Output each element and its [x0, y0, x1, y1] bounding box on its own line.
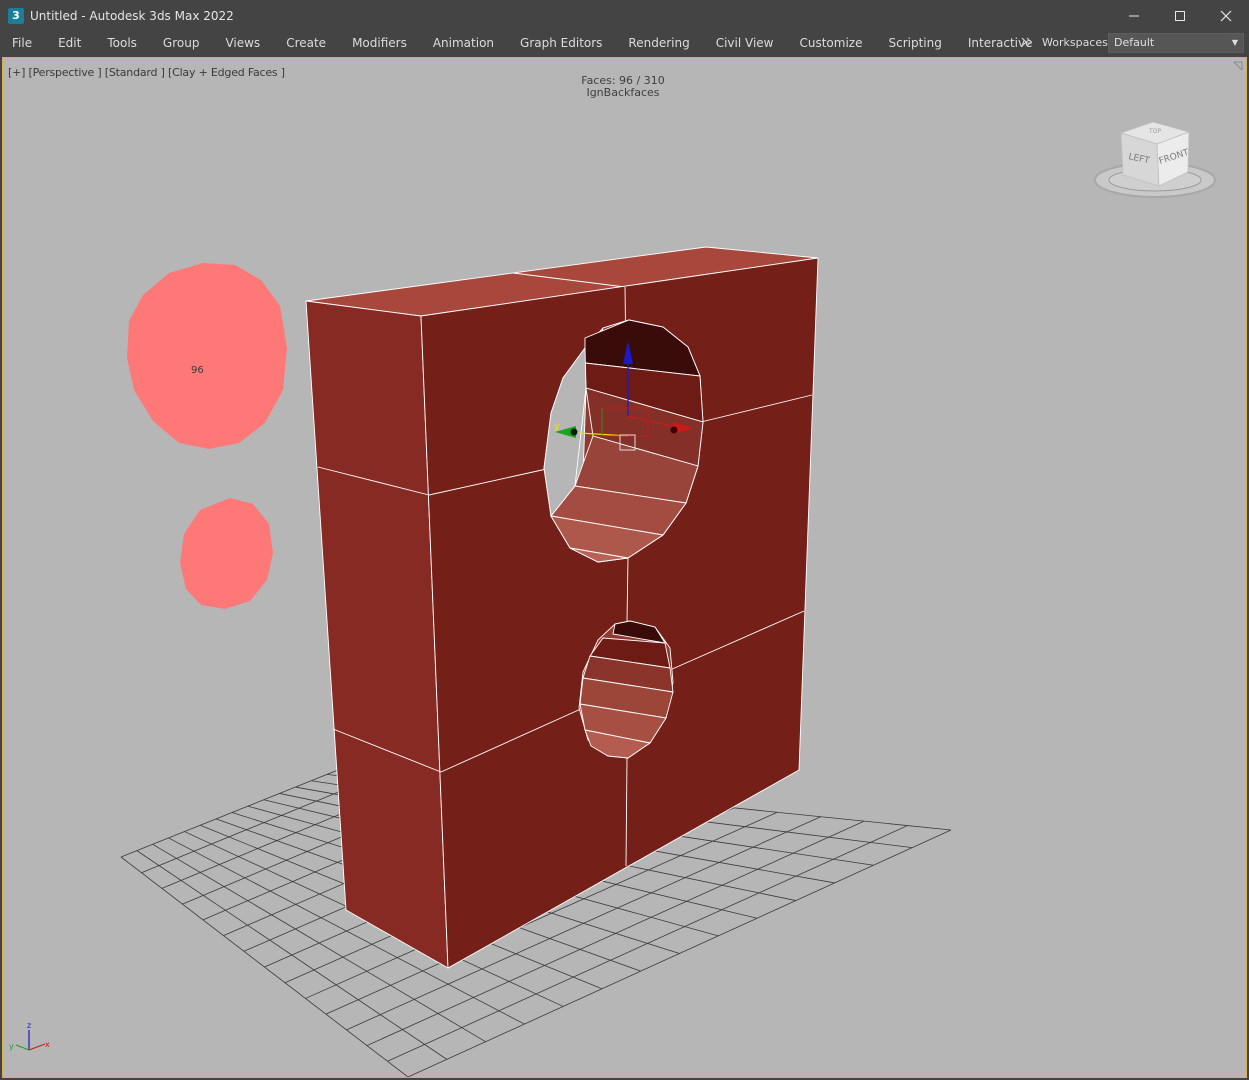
viewcube-top-label: TOP	[1148, 128, 1161, 135]
viewport-statistics: Faces: 96 / 310 IgnBackfaces	[563, 75, 683, 99]
menu-file[interactable]: File	[0, 31, 45, 55]
perspective-viewport[interactable]: y 96 TOP LEFT FRONT z x y [+] [Perspecti…	[2, 57, 1247, 1078]
axis-tripod-icon: z x y	[9, 1021, 50, 1051]
backface-option: IgnBackfaces	[586, 86, 660, 99]
viewport-corner-icon[interactable]	[1233, 61, 1243, 71]
menu-modifiers[interactable]: Modifiers	[339, 31, 420, 55]
app-logo-icon: 3	[8, 7, 24, 24]
minimize-button[interactable]	[1111, 0, 1157, 31]
menu-create[interactable]: Create	[273, 31, 339, 55]
viewport-label-menu[interactable]: [+] [Perspective ] [Standard ] [Clay + E…	[8, 66, 285, 79]
menu-rendering[interactable]: Rendering	[615, 31, 702, 55]
menu-overflow-icon[interactable]	[1019, 35, 1035, 49]
workspaces-dropdown[interactable]: Default ▼	[1108, 33, 1244, 53]
menu-scripting[interactable]: Scripting	[875, 31, 954, 55]
selected-face-large[interactable]	[127, 263, 287, 449]
workspaces-value: Default	[1114, 36, 1155, 49]
axis-x-label: x	[45, 1040, 50, 1049]
window-controls	[1111, 0, 1249, 31]
gizmo-y-label: y	[554, 421, 560, 432]
close-button[interactable]	[1203, 0, 1249, 31]
menu-animation[interactable]: Animation	[420, 31, 507, 55]
axis-z-label: z	[27, 1021, 31, 1030]
viewport-frame: y 96 TOP LEFT FRONT z x y [+] [Perspecti…	[0, 55, 1249, 1080]
window-title: Untitled - Autodesk 3ds Max 2022	[30, 8, 234, 23]
menu-bar: File Edit Tools Group Views Create Modif…	[0, 31, 1249, 55]
maximize-icon	[1175, 10, 1185, 21]
close-icon	[1220, 10, 1232, 21]
box-mesh[interactable]: y	[305, 246, 819, 969]
menu-tools[interactable]: Tools	[94, 31, 150, 55]
workspaces-label: Workspaces:	[1042, 36, 1112, 49]
axis-y-label: y	[9, 1042, 14, 1051]
selection-count-label: 96	[191, 365, 204, 376]
selected-face-small[interactable]	[180, 498, 273, 609]
scene-canvas: y 96 TOP LEFT FRONT z x y	[9, 121, 1216, 1077]
menu-group[interactable]: Group	[150, 31, 213, 55]
viewcube[interactable]: TOP LEFT FRONT	[1094, 121, 1216, 198]
menu-edit[interactable]: Edit	[45, 31, 94, 55]
menu-civil-view[interactable]: Civil View	[703, 31, 787, 55]
menu-graph-editors[interactable]: Graph Editors	[507, 31, 615, 55]
menu-customize[interactable]: Customize	[786, 31, 875, 55]
minimize-icon	[1129, 15, 1139, 16]
menu-views[interactable]: Views	[212, 31, 273, 55]
chevron-down-icon: ▼	[1231, 38, 1238, 47]
maximize-button[interactable]	[1157, 0, 1203, 31]
title-bar: 3 Untitled - Autodesk 3ds Max 2022	[0, 0, 1249, 31]
